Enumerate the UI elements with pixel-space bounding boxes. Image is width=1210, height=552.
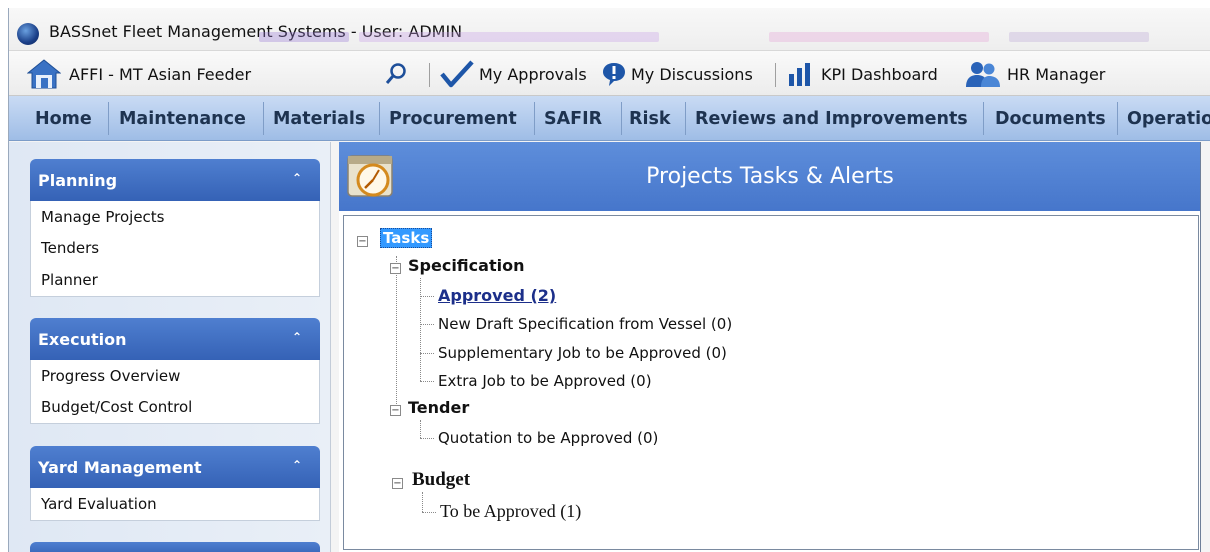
yard-management-title: Yard Management	[38, 457, 202, 477]
panel-title: Projects Tasks & Alerts	[646, 164, 894, 189]
home-icon	[27, 59, 61, 89]
panel-border	[1200, 142, 1201, 552]
sidebar-item-yard-evaluation[interactable]: Yard Evaluation	[31, 488, 319, 520]
menu-divider	[621, 102, 622, 135]
tree-connector	[420, 353, 434, 354]
partial-section-header[interactable]	[30, 542, 320, 552]
menu-divider	[983, 102, 984, 135]
main-menu-bar: Home Maintenance Materials Procurement S…	[9, 96, 1210, 141]
tree-connector	[422, 512, 436, 513]
menu-documents[interactable]: Documents	[995, 96, 1106, 141]
menu-divider	[534, 102, 535, 135]
bar-chart-icon	[789, 63, 810, 86]
tree-leaf-extra-job[interactable]: Extra Job to be Approved (0)	[438, 372, 652, 390]
toolbar: AFFI - MT Asian Feeder My Approvals My D…	[9, 50, 1210, 96]
background-ghost-mark	[769, 32, 989, 42]
collapse-toggle-icon[interactable]: −	[357, 236, 368, 247]
kpi-dashboard-label: KPI Dashboard	[821, 64, 938, 84]
title-bar[interactable]: BASSnet Fleet Management Systems - User:…	[9, 8, 1210, 50]
panel-header: Projects Tasks & Alerts	[339, 142, 1201, 211]
people-icon	[966, 62, 1000, 87]
tree-leaf-quotation[interactable]: Quotation to be Approved (0)	[438, 429, 658, 447]
menu-procurement[interactable]: Procurement	[389, 96, 517, 141]
tree-connector	[420, 278, 421, 381]
tree-connector	[420, 420, 421, 438]
sidebar-item-planner[interactable]: Planner	[31, 264, 319, 296]
kpi-dashboard-button[interactable]: KPI Dashboard	[787, 51, 938, 97]
tasks-label: Tasks	[380, 228, 433, 248]
exclamation-bubble-icon	[603, 63, 625, 86]
menu-home[interactable]: Home	[35, 96, 92, 141]
my-approvals-label: My Approvals	[479, 64, 587, 84]
tree-node-budget[interactable]: Budget	[412, 469, 470, 491]
tree-leaf-supplementary-job[interactable]: Supplementary Job to be Approved (0)	[438, 344, 727, 362]
background-ghost-mark	[259, 32, 349, 42]
sidebar-item-tenders[interactable]: Tenders	[31, 233, 319, 265]
menu-divider	[263, 102, 264, 135]
background-ghost-mark	[1009, 32, 1149, 42]
my-discussions-label: My Discussions	[631, 64, 753, 84]
sidebar-section-execution: Execution ⌃ Progress Overview Budget/Cos…	[30, 318, 320, 424]
planning-items: Manage Projects Tenders Planner	[30, 201, 320, 297]
tree-connector	[420, 381, 434, 382]
my-discussions-button[interactable]: My Discussions	[601, 51, 753, 97]
tree-connector	[420, 296, 434, 297]
tree-connector	[422, 492, 423, 512]
checkmark-icon	[440, 60, 474, 88]
tree-connector	[420, 438, 434, 439]
planning-header[interactable]: Planning ⌃	[30, 159, 320, 201]
navigation-sidebar: Planning ⌃ Manage Projects Tenders Plann…	[9, 142, 331, 552]
menu-operations[interactable]: Operatio	[1127, 96, 1210, 141]
menu-divider	[108, 102, 109, 135]
projects-tasks-panel: Projects Tasks & Alerts − Tasks − Specif…	[339, 142, 1201, 552]
menu-maintenance[interactable]: Maintenance	[119, 96, 246, 141]
planning-title: Planning	[38, 170, 118, 190]
yard-management-header[interactable]: Yard Management ⌃	[30, 446, 320, 488]
collapse-toggle-icon[interactable]: −	[390, 405, 401, 416]
search-icon	[385, 63, 406, 84]
sidebar-section-planning: Planning ⌃ Manage Projects Tenders Plann…	[30, 159, 320, 297]
execution-items: Progress Overview Budget/Cost Control	[30, 360, 320, 424]
execution-title: Execution	[38, 329, 127, 349]
menu-safir[interactable]: SAFIR	[544, 96, 602, 141]
menu-divider	[379, 102, 380, 135]
sidebar-section-yard-management: Yard Management ⌃ Yard Evaluation	[30, 446, 320, 521]
background-ghost-mark	[359, 32, 659, 42]
search-button[interactable]	[385, 51, 407, 97]
tree-connector	[420, 324, 434, 325]
hr-manager-label: HR Manager	[1007, 64, 1106, 84]
tasks-tree: − Tasks − Specification Approved (2) New…	[343, 215, 1199, 550]
collapse-chevron-icon[interactable]: ⌃	[292, 330, 302, 344]
sidebar-item-progress-overview[interactable]: Progress Overview	[31, 360, 319, 392]
toolbar-divider	[429, 63, 430, 87]
collapse-chevron-icon[interactable]: ⌃	[292, 458, 302, 472]
vessel-label: AFFI - MT Asian Feeder	[69, 64, 252, 84]
collapse-toggle-icon[interactable]: −	[390, 263, 401, 274]
tree-node-tender[interactable]: Tender	[408, 398, 469, 417]
tree-node-specification[interactable]: Specification	[408, 256, 524, 275]
sidebar-item-budget-cost-control[interactable]: Budget/Cost Control	[31, 392, 319, 424]
tree-leaf-to-be-approved[interactable]: To be Approved (1)	[440, 501, 581, 522]
app-window: BASSnet Fleet Management Systems - User:…	[8, 8, 1210, 552]
menu-divider	[1117, 102, 1118, 135]
tree-leaf-approved[interactable]: Approved (2)	[438, 286, 556, 305]
hr-manager-button[interactable]: HR Manager	[965, 51, 1105, 97]
yard-management-items: Yard Evaluation	[30, 488, 320, 521]
toolbar-divider	[775, 63, 776, 87]
menu-reviews-and-improvements[interactable]: Reviews and Improvements	[695, 96, 968, 141]
vessel-selector[interactable]: AFFI - MT Asian Feeder	[27, 51, 251, 97]
tree-leaf-new-draft-specification[interactable]: New Draft Specification from Vessel (0)	[438, 315, 732, 333]
menu-risk[interactable]: Risk	[629, 96, 671, 141]
execution-header[interactable]: Execution ⌃	[30, 318, 320, 360]
menu-materials[interactable]: Materials	[273, 96, 365, 141]
my-approvals-button[interactable]: My Approvals	[439, 51, 587, 97]
tree-root-tasks[interactable]: Tasks	[380, 228, 433, 248]
menu-divider	[685, 102, 686, 135]
tree-connector	[396, 256, 397, 406]
sidebar-item-manage-projects[interactable]: Manage Projects	[31, 201, 319, 233]
collapse-chevron-icon[interactable]: ⌃	[292, 171, 302, 185]
collapse-toggle-icon[interactable]: −	[392, 478, 403, 489]
sidebar-section-partial	[30, 542, 320, 552]
app-globe-icon	[17, 23, 39, 45]
